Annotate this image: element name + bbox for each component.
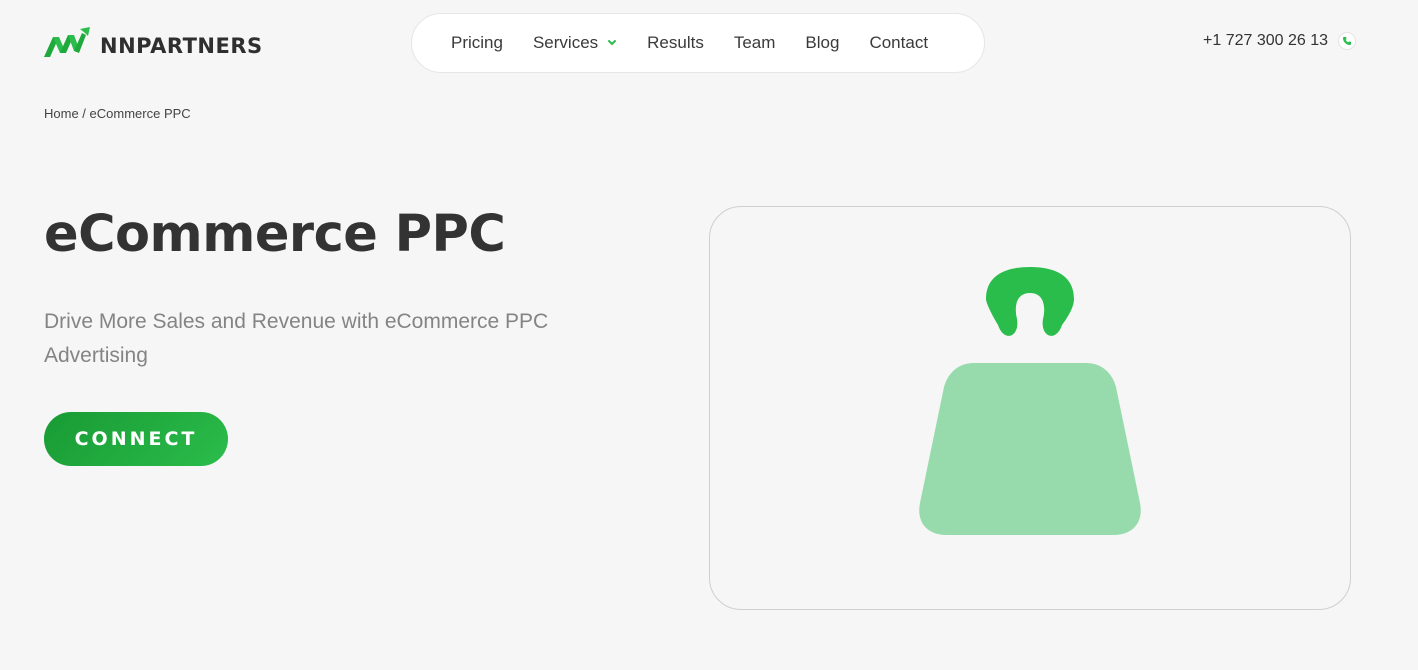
illustration-card <box>709 206 1351 610</box>
nav-item-label: Pricing <box>451 33 503 52</box>
logo-text: NNPARTNERS <box>100 34 263 58</box>
nav-item-label: Results <box>647 33 704 52</box>
nav-item-label: Services <box>532 33 599 52</box>
connect-button[interactable]: CONNECT <box>44 412 228 466</box>
nav-item-label: Blog <box>805 33 840 52</box>
breadcrumb-current: eCommerce PPC <box>89 106 191 121</box>
nav-item-results[interactable]: Results <box>647 33 704 53</box>
page-title: eCommerce PPC <box>44 205 506 264</box>
nav-item-blog[interactable]: Blog <box>805 33 839 53</box>
nav-item-label: Team <box>733 33 776 52</box>
nav-item-contact[interactable]: Contact <box>869 33 928 53</box>
logo-mark-icon <box>44 27 90 57</box>
nav-item-services[interactable]: Services <box>533 33 617 53</box>
shopping-bag-icon <box>919 267 1141 535</box>
bag-handle <box>986 267 1074 336</box>
nav-item-pricing[interactable]: Pricing <box>451 33 503 53</box>
logo[interactable]: NNPARTNERS <box>44 27 263 59</box>
chevron-down-icon <box>608 40 617 46</box>
phone-icon <box>1338 32 1357 50</box>
phone-number: +1 727 300 26 13 <box>1203 32 1329 49</box>
breadcrumb-separator: / <box>78 106 90 121</box>
page-subtitle: Drive More Sales and Revenue with eComme… <box>44 310 549 367</box>
phone-link[interactable]: +1 727 300 26 13 <box>1203 32 1357 50</box>
breadcrumb: Home / eCommerce PPC <box>44 106 191 121</box>
nav-item-team[interactable]: Team <box>734 33 776 53</box>
nav-item-label: Contact <box>869 33 929 52</box>
breadcrumb-home-link[interactable]: Home <box>44 106 79 121</box>
main-nav: Pricing Services Results Team Blog Conta… <box>411 13 985 73</box>
bag-body <box>919 363 1141 535</box>
